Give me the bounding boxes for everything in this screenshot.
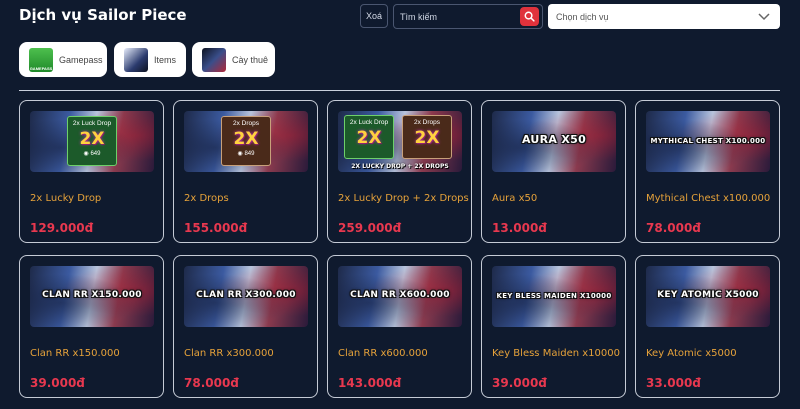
product-price: 78.000đ — [184, 376, 239, 390]
product-name: 2x Lucky Drop — [30, 193, 102, 204]
category-label: Cày thuê — [232, 54, 269, 65]
category-label: Items — [154, 54, 177, 65]
clear-button[interactable]: Xoá — [360, 4, 388, 28]
product-image: 2x Drops 2X ◉ 849 — [184, 111, 308, 172]
search-icon — [524, 11, 535, 22]
gamepass-badge: 2x Drops 2X — [402, 115, 452, 159]
product-card[interactable]: CLAN RR X300.000 Clan RR x300.000 78.000… — [173, 255, 318, 398]
image-caption: MYTHICAL CHEST X100.000 — [650, 137, 766, 145]
badge-title: 2x Luck Drop — [349, 119, 389, 126]
search-input[interactable] — [400, 5, 518, 28]
gamepass-badge: 2x Luck Drop 2X ◉ 649 — [67, 116, 117, 166]
product-card[interactable]: AURA X50 Aura x50 13.000đ — [481, 100, 626, 243]
service-select[interactable]: Chọn dịch vụ — [548, 4, 780, 29]
gamepass-thumbnail-text: GAMEPASS — [29, 65, 53, 71]
product-card[interactable]: KEY ATOMIC X5000 Key Atomic x5000 33.000… — [635, 255, 780, 398]
product-price: 143.000đ — [338, 376, 402, 390]
product-name: Mythical Chest x100.000 — [646, 193, 771, 204]
badge-multiplier: 2X — [414, 128, 440, 148]
page-title: Dịch vụ Sailor Piece — [19, 6, 187, 24]
product-price: 78.000đ — [646, 221, 701, 235]
gamepass-badge: 2x Luck Drop 2X — [344, 115, 394, 159]
image-caption: CLAN RR X600.000 — [350, 290, 450, 300]
product-price: 259.000đ — [338, 221, 402, 235]
category-boosting[interactable]: Cày thuê — [192, 42, 275, 77]
product-name: Clan RR x300.000 — [184, 348, 274, 359]
product-image: MYTHICAL CHEST X100.000 — [646, 111, 770, 172]
product-image: CLAN RR X300.000 — [184, 266, 308, 327]
product-price: 39.000đ — [30, 376, 85, 390]
product-card[interactable]: 2x Luck Drop 2X ◉ 649 2x Lucky Drop 129.… — [19, 100, 164, 243]
image-caption: CLAN RR X150.000 — [42, 290, 142, 300]
product-image: 2x Luck Drop 2X ◉ 649 — [30, 111, 154, 172]
badge-multiplier: 2X — [233, 129, 259, 149]
product-card[interactable]: CLAN RR X600.000 Clan RR x600.000 143.00… — [327, 255, 472, 398]
service-select-value: Chọn dịch vụ — [556, 11, 609, 22]
badge-multiplier: 2X — [79, 129, 105, 149]
image-caption: 2X LUCKY DROP + 2X DROPS — [351, 163, 449, 170]
product-image: KEY BLESS MAIDEN X10000 — [492, 266, 616, 327]
image-caption: AURA X50 — [521, 133, 587, 146]
search-box — [393, 4, 543, 29]
category-gamepass[interactable]: GAMEPASS Gamepass — [19, 42, 107, 77]
product-card[interactable]: KEY BLESS MAIDEN X10000 Key Bless Maiden… — [481, 255, 626, 398]
chevron-down-icon — [758, 13, 770, 21]
product-price: 13.000đ — [492, 221, 547, 235]
image-caption: KEY ATOMIC X5000 — [657, 290, 759, 300]
product-name: Clan RR x150.000 — [30, 348, 120, 359]
category-items[interactable]: Items — [114, 42, 186, 77]
product-card[interactable]: 2x Luck Drop 2X 2x Drops 2X 2X LUCKY DRO… — [327, 100, 472, 243]
product-price: 33.000đ — [646, 376, 701, 390]
product-image: CLAN RR X600.000 — [338, 266, 462, 327]
product-name: Clan RR x600.000 — [338, 348, 428, 359]
product-card[interactable]: MYTHICAL CHEST X100.000 Mythical Chest x… — [635, 100, 780, 243]
badge-title: 2x Drops — [413, 119, 440, 126]
product-image: 2x Luck Drop 2X 2x Drops 2X 2X LUCKY DRO… — [338, 111, 462, 172]
product-card[interactable]: 2x Drops 2X ◉ 849 2x Drops 155.000đ — [173, 100, 318, 243]
product-image: KEY ATOMIC X5000 — [646, 266, 770, 327]
items-thumbnail — [124, 47, 148, 72]
image-caption: KEY BLESS MAIDEN X10000 — [496, 292, 612, 300]
product-price: 155.000đ — [184, 221, 248, 235]
product-name: Aura x50 — [492, 193, 538, 204]
gamepass-thumbnail: GAMEPASS — [29, 47, 53, 72]
badge-multiplier: 2X — [356, 128, 382, 148]
robux-price: ◉ 649 — [83, 151, 101, 157]
badge-title: 2x Luck Drop — [72, 120, 112, 127]
search-button[interactable] — [520, 7, 539, 26]
badge-title: 2x Drops — [232, 120, 259, 127]
product-price: 39.000đ — [492, 376, 547, 390]
gamepass-badge: 2x Drops 2X ◉ 849 — [221, 116, 271, 166]
section-divider — [19, 90, 780, 91]
product-name: 2x Lucky Drop + 2x Drops — [338, 193, 469, 204]
category-label: Gamepass — [59, 54, 103, 65]
product-card[interactable]: CLAN RR X150.000 Clan RR x150.000 39.000… — [19, 255, 164, 398]
robux-price: ◉ 849 — [237, 151, 255, 157]
product-name: Key Atomic x5000 — [646, 348, 737, 359]
image-caption: CLAN RR X300.000 — [196, 290, 296, 300]
boosting-thumbnail — [202, 47, 226, 72]
product-image: CLAN RR X150.000 — [30, 266, 154, 327]
product-name: Key Bless Maiden x10000 — [492, 348, 620, 359]
product-price: 129.000đ — [30, 221, 94, 235]
product-image: AURA X50 — [492, 111, 616, 172]
product-name: 2x Drops — [184, 193, 229, 204]
